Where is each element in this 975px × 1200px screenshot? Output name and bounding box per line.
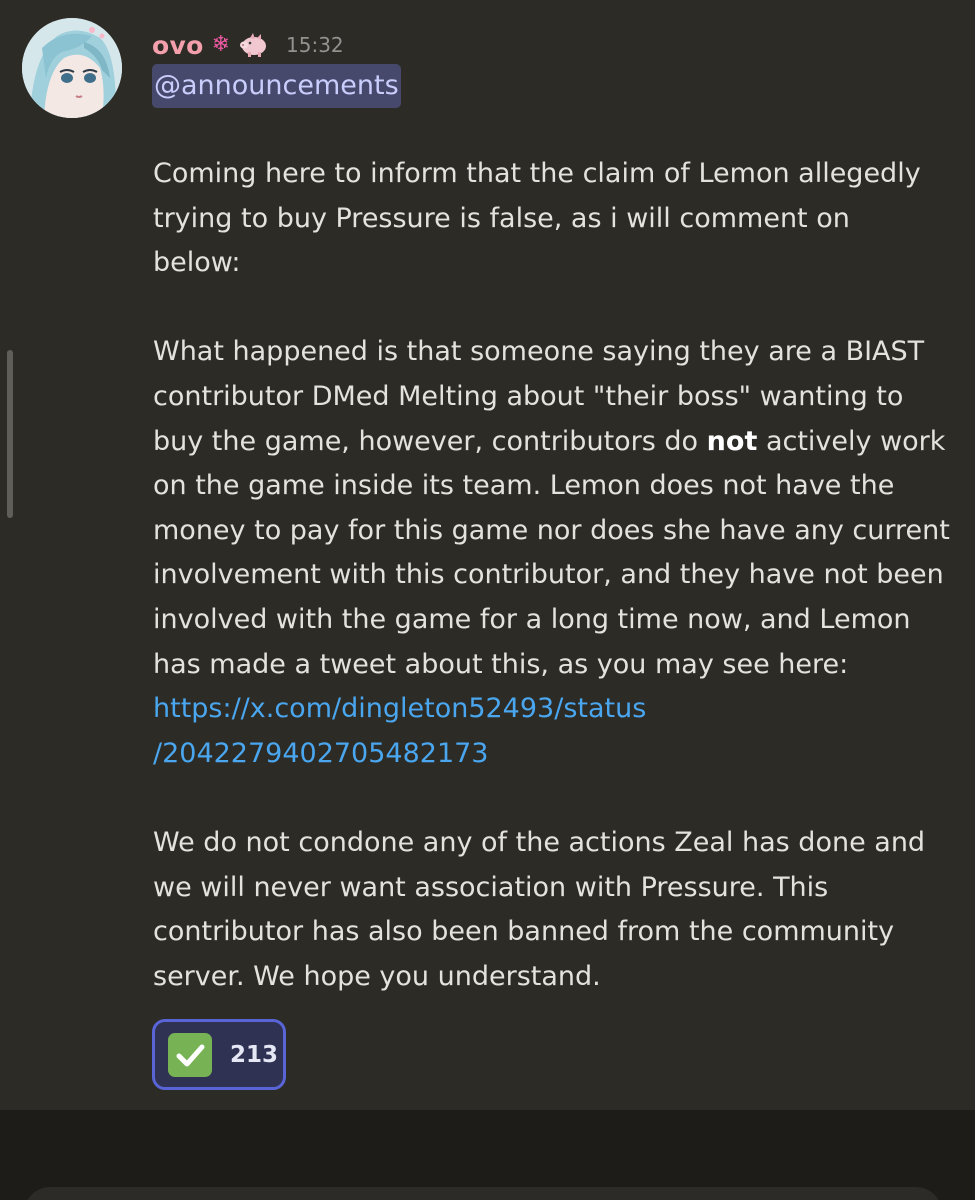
- text-line: has made a tweet about this, as you may …: [153, 648, 849, 680]
- text-line: server. We hope you understand.: [153, 960, 601, 992]
- text-line: involvement with this contributor, and t…: [153, 559, 944, 591]
- text-line: we will never want association with Pres…: [153, 871, 829, 903]
- text-line: contributor DMed Melting about "their bo…: [153, 380, 904, 412]
- text-line-with-bold: buy the game, however, contributors do n…: [153, 420, 968, 465]
- scrollbar-thumb[interactable]: [7, 350, 13, 518]
- snowflake-icon: ❄: [211, 32, 230, 57]
- text-line: on the game inside its team. Lemon does …: [153, 470, 895, 502]
- message-container: ovo ❄ 15:32 @announcements Coming here t…: [0, 0, 975, 1110]
- avatar[interactable]: [22, 18, 122, 118]
- timestamp: 15:32: [286, 33, 344, 57]
- text-line: below:: [153, 247, 241, 279]
- message-header: ovo ❄ 15:32: [152, 28, 344, 62]
- text-line: trying to buy Pressure is false, as i wi…: [153, 202, 850, 234]
- chat-footer: [0, 1110, 975, 1200]
- text-line: contributor has also been banned from th…: [153, 916, 895, 948]
- reaction-count: 213: [230, 1041, 279, 1068]
- text-line: We do not condone any of the actions Zea…: [153, 826, 926, 858]
- text-line: money to pay for this game nor does she …: [153, 514, 950, 546]
- message-composer[interactable]: [24, 1187, 942, 1200]
- tweet-link[interactable]: https://x.com/dingleton52493/status: [153, 687, 968, 732]
- reaction-button[interactable]: 213: [152, 1019, 286, 1090]
- text-segment: actively work: [757, 425, 946, 457]
- pig-badge-icon[interactable]: [238, 32, 268, 58]
- role-mention[interactable]: @announcements: [152, 64, 401, 108]
- text-line: What happened is that someone saying the…: [153, 336, 925, 368]
- message-body: Coming here to inform that the claim of …: [153, 152, 968, 999]
- tweet-link[interactable]: /2042279402705482173: [153, 732, 968, 777]
- bold-word: not: [706, 425, 758, 457]
- text-line: involved with the game for a long time n…: [153, 603, 911, 635]
- username[interactable]: ovo: [152, 31, 204, 60]
- avatar-image: [22, 18, 122, 118]
- white-check-mark-icon: [168, 1032, 212, 1077]
- text-line: Coming here to inform that the claim of …: [153, 158, 921, 189]
- text-segment: buy the game, however, contributors do: [153, 425, 707, 457]
